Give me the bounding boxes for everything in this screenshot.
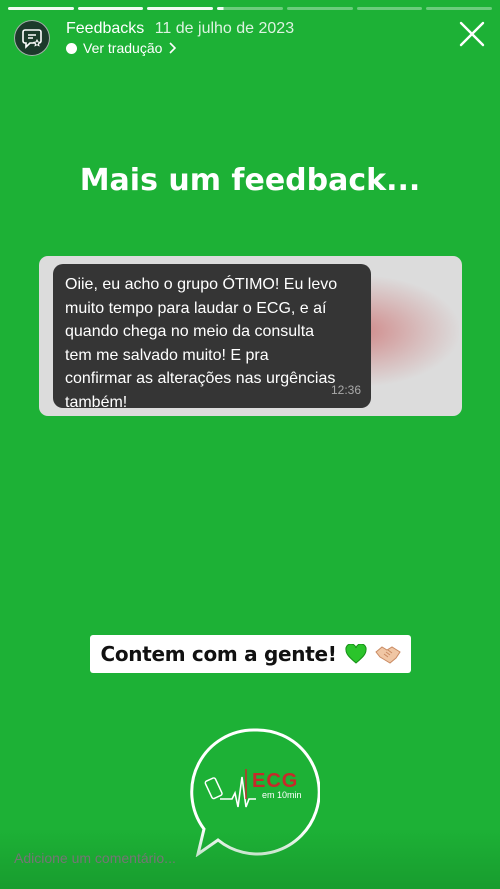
comment-input[interactable] (14, 850, 314, 866)
progress-segment (147, 7, 214, 10)
account-avatar[interactable] (14, 20, 50, 56)
story-date: 11 de julho de 2023 (154, 20, 295, 37)
story-progress-bar (8, 7, 493, 10)
story-heading: Mais um feedback... (79, 163, 421, 198)
handshake-icon (374, 646, 401, 664)
green-heart-icon (345, 644, 367, 664)
account-name[interactable]: Feedbacks (66, 20, 144, 37)
see-translation-label: Ver tradução (83, 40, 163, 56)
review-icon (22, 29, 42, 49)
sticker-text: Contem com a gente! (100, 642, 337, 666)
chevron-right-icon (169, 42, 177, 54)
close-icon (459, 21, 485, 47)
progress-segment (356, 7, 423, 10)
translate-bubble-icon (66, 42, 77, 54)
chat-screenshot: Oiie, eu acho o grupo ÓTIMO! Eu levo mui… (39, 256, 462, 416)
progress-segment-active (217, 7, 283, 10)
header-title: Feedbacks 11 de julho de 2023 (66, 20, 294, 38)
story-header: Feedbacks 11 de julho de 2023 Ver traduç… (14, 18, 486, 58)
progress-segment (426, 7, 493, 10)
chat-message-bubble: Oiie, eu acho o grupo ÓTIMO! Eu levo mui… (53, 264, 371, 411)
close-button[interactable] (458, 20, 486, 48)
progress-segment (77, 7, 144, 10)
message-text: Oiie, eu acho o grupo ÓTIMO! Eu levo mui… (65, 276, 338, 411)
progress-segment (286, 7, 353, 10)
message-time: 12:36 (330, 382, 361, 397)
progress-segment (8, 7, 74, 10)
text-sticker: Contem com a gente! (90, 635, 411, 673)
logo-subtitle: em 10min (262, 790, 302, 800)
see-translation-link[interactable]: Ver tradução (66, 40, 177, 56)
